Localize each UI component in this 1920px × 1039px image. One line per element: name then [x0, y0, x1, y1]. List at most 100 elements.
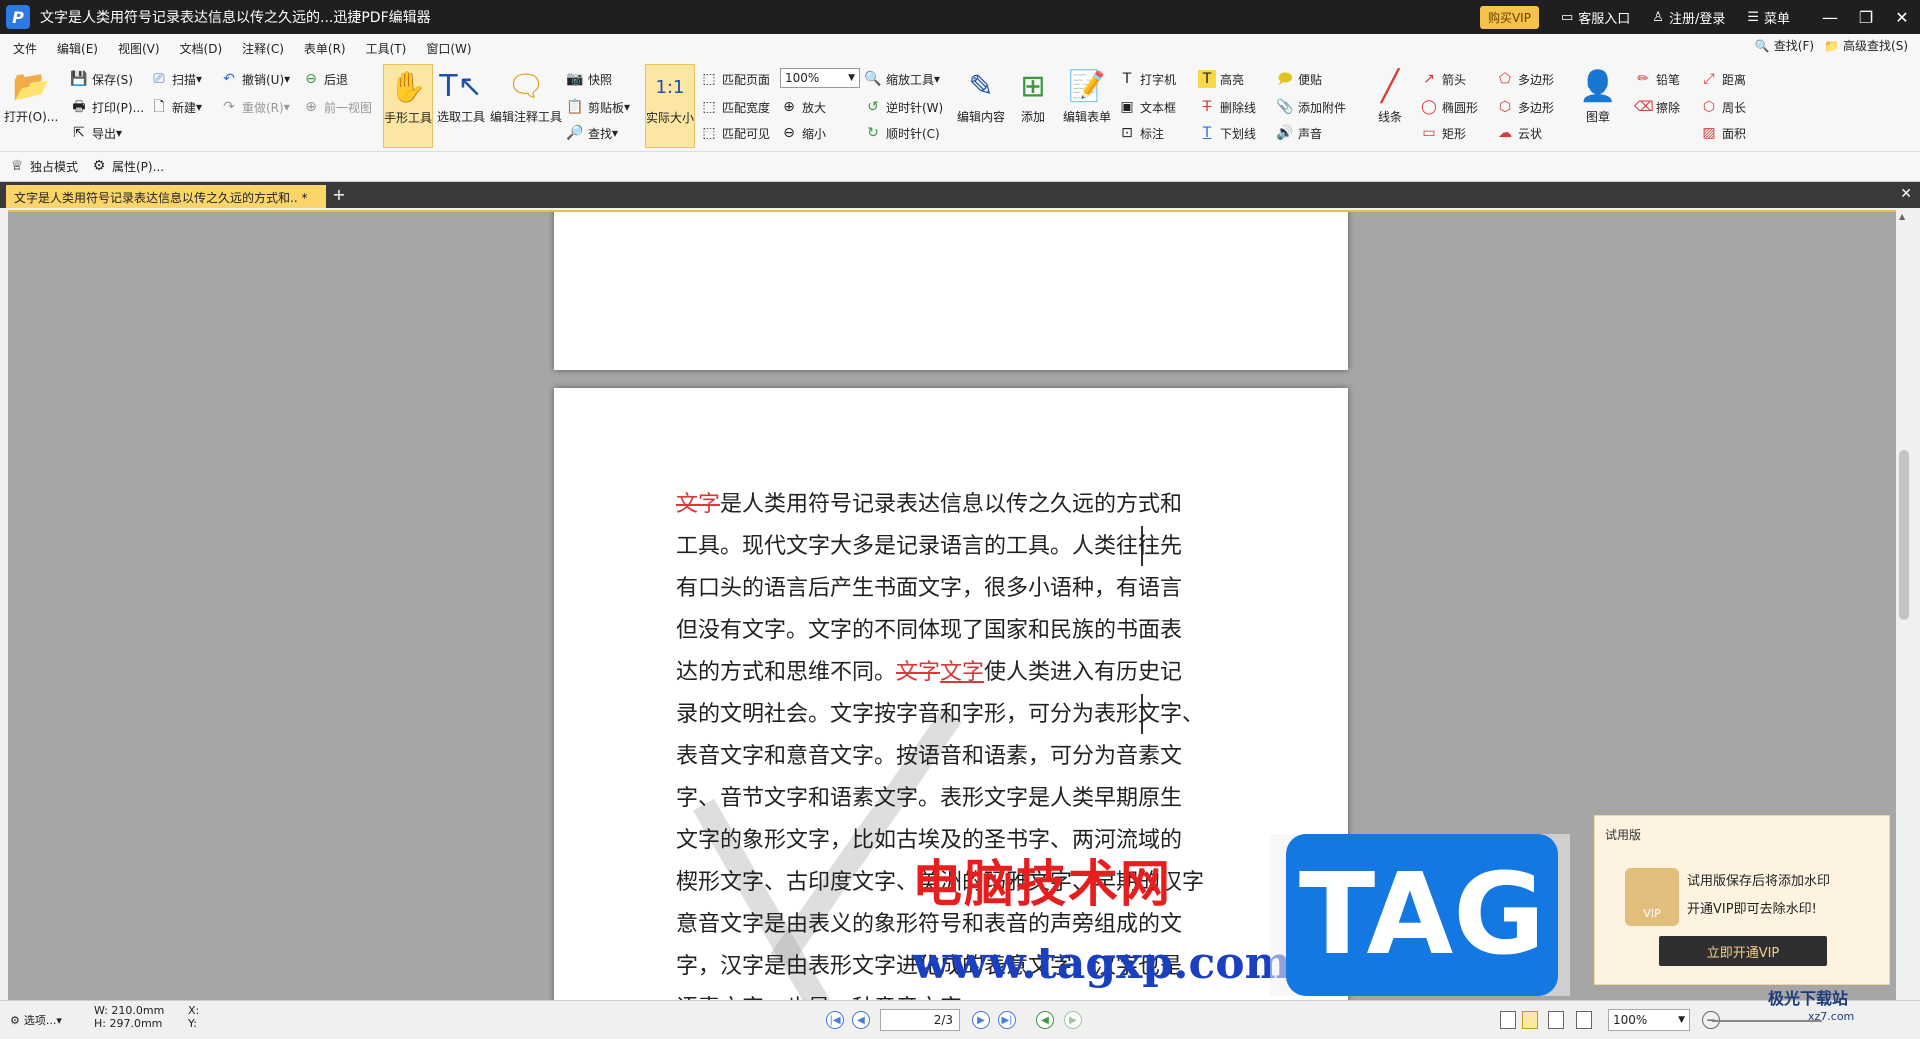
cloud-button[interactable]: ☁ 云状 [1496, 124, 1542, 142]
buy-vip-button[interactable]: 购买VIP [1479, 5, 1539, 29]
login-link[interactable]: ♙ 注册/登录 [1652, 8, 1725, 27]
fit-width-button[interactable]: ⬚ 匹配宽度 [700, 98, 770, 116]
open-button[interactable]: 📂 打开(O)... [4, 64, 58, 125]
hand-tool-button[interactable]: ✋ 手形工具 [383, 64, 433, 148]
attach-button[interactable]: 📎 添加附件 [1276, 98, 1346, 116]
find-button[interactable]: 🔍 查找(F) [1755, 37, 1814, 54]
menu-tools[interactable]: 工具(T) [359, 40, 414, 57]
menu-window[interactable]: 窗口(W) [419, 40, 478, 57]
rotate-cw-icon: ↻ [867, 125, 879, 141]
vertical-scrollbar[interactable]: ▲ [1896, 210, 1912, 1000]
advanced-find-button[interactable]: 📁 高级查找(S) [1824, 37, 1908, 54]
typewriter-button[interactable]: T 打字机 [1118, 70, 1176, 88]
redo-button[interactable]: ↷ 重做(R) ▾ [220, 98, 290, 116]
note-button[interactable]: 🗩 便贴 [1276, 70, 1322, 88]
last-page-button[interactable]: ▶| [998, 1011, 1016, 1029]
save-button[interactable]: 💾 保存(S) [70, 70, 133, 88]
rotate-cw-button[interactable]: ↻ 顺时针(C) [864, 124, 940, 142]
distance-button[interactable]: ⤢ 距离 [1700, 70, 1746, 88]
maximize-button[interactable]: ❐ [1848, 8, 1884, 27]
single-page-view-icon[interactable] [1500, 1011, 1516, 1029]
status-zoom-select[interactable]: 100% ▼ [1608, 1009, 1690, 1031]
add-button[interactable]: ⊞ 添加 [1010, 64, 1056, 125]
facing-view-icon[interactable] [1548, 1011, 1564, 1029]
export-button[interactable]: ⇱ 导出 ▾ [70, 124, 122, 142]
text-line: 语素文字，也是一种意音文字 [676, 988, 1136, 1000]
continuous-view-icon[interactable] [1522, 1011, 1538, 1029]
scroll-thumb[interactable] [1899, 450, 1909, 620]
continuous-facing-view-icon[interactable] [1576, 1011, 1592, 1029]
actual-size-button[interactable]: 1:1 实际大小 [645, 64, 695, 148]
menu-document[interactable]: 文档(D) [173, 40, 230, 57]
ellipse-button[interactable]: ◯ 椭圆形 [1420, 98, 1478, 116]
textbox-button[interactable]: ▣ 文本框 [1118, 98, 1176, 116]
arrow-button[interactable]: ↗ 箭头 [1420, 70, 1466, 88]
close-button[interactable]: ✕ [1884, 8, 1920, 27]
prev-page-button[interactable]: ◀ [852, 1011, 870, 1029]
close-document-button[interactable]: ✕ [1900, 186, 1912, 202]
new-tab-button[interactable]: + [330, 186, 348, 204]
clipboard-button[interactable]: 📋 剪贴板 ▾ [566, 98, 630, 116]
eraser-button[interactable]: ⌫ 擦除 [1634, 98, 1680, 116]
polyline-button[interactable]: ⬡ 多边形 [1496, 98, 1554, 116]
zoom-tool-button[interactable]: 🔍 缩放工具 ▾ [864, 70, 940, 88]
back-button[interactable]: ⊖ 后退 [302, 70, 348, 88]
print-icon: 🖶 [72, 99, 86, 115]
hamburger-icon: ☰ [1747, 9, 1759, 25]
select-tool-button[interactable]: T↖ 选取工具 [436, 64, 486, 125]
area-button[interactable]: ▨ 面积 [1700, 124, 1746, 142]
options-button[interactable]: ⚙ 选项... ▾ [10, 1012, 62, 1028]
callout-icon: ⊡ [1121, 125, 1133, 141]
edit-content-button[interactable]: ✎ 编辑内容 [954, 64, 1008, 125]
menu-edit[interactable]: 编辑(E) [50, 40, 105, 57]
highlight-button[interactable]: T 高亮 [1198, 70, 1244, 88]
form-icon: 📝 [1068, 68, 1106, 104]
sound-button[interactable]: 🔊 声音 [1276, 124, 1322, 142]
zoom-combo[interactable]: 100% ▼ [780, 68, 860, 88]
rotate-ccw-button[interactable]: ↺ 逆时针(W) [864, 98, 943, 116]
menu-comment[interactable]: 注释(C) [235, 40, 291, 57]
rectangle-button[interactable]: ▭ 矩形 [1420, 124, 1466, 142]
next-page-button[interactable]: ▶ [972, 1011, 990, 1029]
scan-button[interactable]: ⎚ 扫描 ▾ [150, 70, 202, 88]
menu-link[interactable]: ☰ 菜单 [1747, 8, 1790, 27]
print-button[interactable]: 🖶 打印(P)... [70, 98, 144, 116]
menu-form[interactable]: 表单(R) [297, 40, 353, 57]
document-tab[interactable]: 文字是人类用符号记录表达信息以传之久远的方式和.. * [6, 185, 326, 208]
prev-view-button[interactable]: ⊕ 前一视图 [302, 98, 372, 116]
zoom-slider[interactable] [1712, 1020, 1822, 1022]
fit-visible-button[interactable]: ⬚ 匹配可见 [700, 124, 770, 142]
zoom-in-button[interactable]: ⊕ 放大 [780, 98, 826, 116]
perimeter-button[interactable]: ⬡ 周长 [1700, 98, 1746, 116]
paperclip-icon: 📎 [1276, 99, 1294, 115]
stamp-button[interactable]: 👤 图章 [1574, 64, 1622, 125]
pencil-button[interactable]: ✏ 铅笔 [1634, 70, 1680, 88]
strikeout-annotation: 文字 [676, 492, 721, 517]
line-button[interactable]: ╱ 线条 [1368, 64, 1412, 125]
polygon-button[interactable]: ⬠ 多边形 [1496, 70, 1554, 88]
minimize-button[interactable]: — [1812, 8, 1848, 27]
history-back-button[interactable]: ◀ [1036, 1011, 1054, 1029]
underline-button[interactable]: T 下划线 [1198, 124, 1256, 142]
edit-form-button[interactable]: 📝 编辑表单 [1058, 64, 1116, 125]
properties-button[interactable]: ⚙ 属性(P)... [90, 157, 164, 175]
exclusive-mode-button[interactable]: ♕ 独占模式 [8, 157, 78, 175]
document-text[interactable]: 文字是人类用符号记录表达信息以传之久远的方式和 工具。现代文字大多是记录语言的工具… [676, 484, 1204, 1000]
zoom-out-button[interactable]: ⊖ 缩小 [780, 124, 826, 142]
undo-button[interactable]: ↶ 撤销(U) ▾ [220, 70, 290, 88]
page-number-input[interactable]: 2/3 [880, 1009, 960, 1031]
menu-view[interactable]: 视图(V) [111, 40, 167, 57]
history-forward-button[interactable]: ▶ [1064, 1011, 1082, 1029]
open-vip-button[interactable]: 立即开通VIP [1659, 936, 1827, 966]
edit-annotation-button[interactable]: 🗨 编辑注释工具 [490, 64, 562, 125]
find-tool-button[interactable]: 🔎 查找 ▾ [566, 124, 618, 142]
fit-page-button[interactable]: ⬚ 匹配页面 [700, 70, 770, 88]
menu-file[interactable]: 文件 [6, 40, 44, 57]
snapshot-button[interactable]: 📷 快照 [566, 70, 612, 88]
customer-service-link[interactable]: ▭ 客服入口 [1561, 8, 1630, 27]
scroll-up-icon[interactable]: ▲ [1899, 212, 1905, 221]
new-button[interactable]: 🗋 新建 ▾ [150, 98, 202, 116]
callout-button[interactable]: ⊡ 标注 [1118, 124, 1164, 142]
first-page-button[interactable]: |◀ [826, 1011, 844, 1029]
strikeout-button[interactable]: T 删除线 [1198, 98, 1256, 116]
